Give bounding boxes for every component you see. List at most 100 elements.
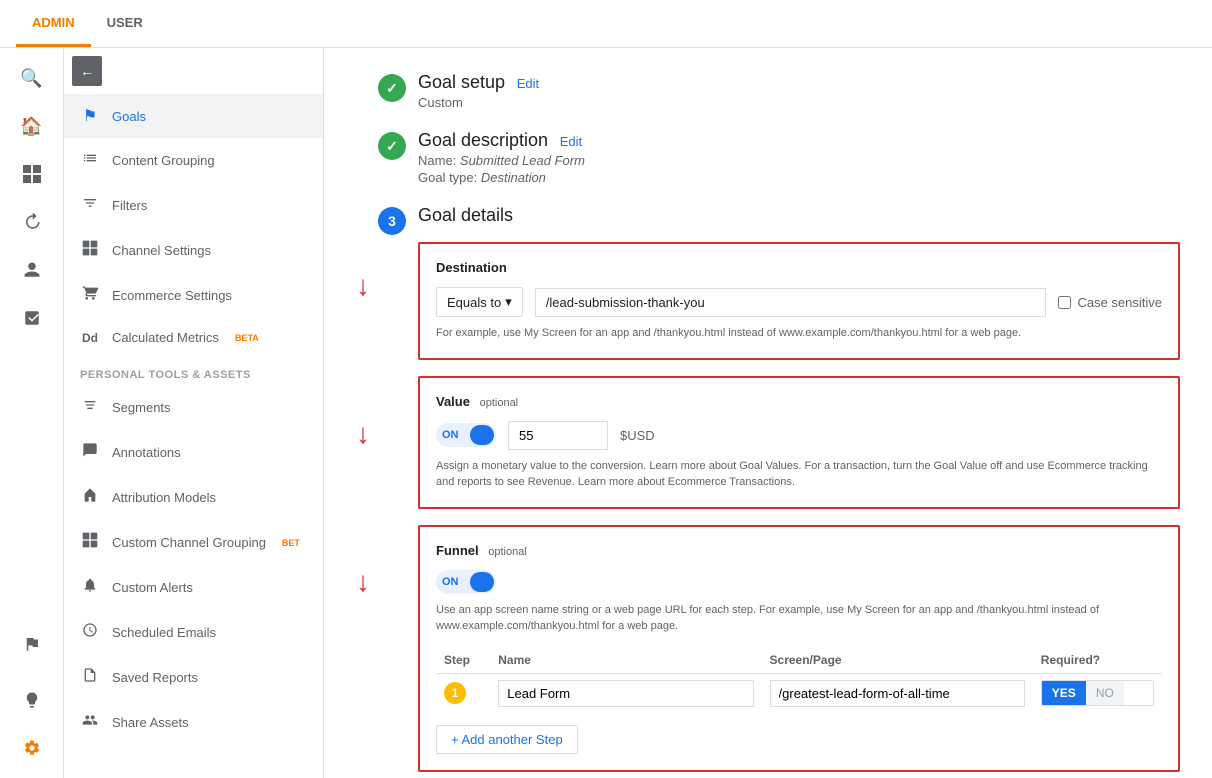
- sidebar-item-attribution-models[interactable]: Attribution Models: [64, 475, 323, 520]
- sidebar-label-scheduled-emails: Scheduled Emails: [112, 625, 216, 640]
- col-step: Step: [436, 647, 490, 674]
- funnel-title: Funnel optional: [436, 543, 1162, 558]
- sidebar-label-filters: Filters: [112, 198, 147, 213]
- content-grouping-icon: [80, 150, 100, 171]
- sidebar-label-goals: Goals: [112, 109, 146, 124]
- beta-badge: BETA: [235, 333, 259, 343]
- sidebar-label-saved-reports: Saved Reports: [112, 670, 198, 685]
- filters-icon: [80, 195, 100, 216]
- sidebar-item-saved-reports[interactable]: Saved Reports: [64, 655, 323, 700]
- custom-channel-icon: [80, 532, 100, 553]
- sidebar-item-calculated-metrics[interactable]: Dd Calculated Metrics BETA: [64, 318, 323, 357]
- col-required: Required?: [1033, 647, 1162, 674]
- funnel-name-input[interactable]: [498, 680, 753, 707]
- ecommerce-icon: [80, 285, 100, 306]
- sidebar-label-custom-alerts: Custom Alerts: [112, 580, 193, 595]
- lightbulb-icon-btn[interactable]: [10, 678, 54, 722]
- name-value: Submitted Lead Form: [460, 153, 585, 168]
- sidebar-item-ecommerce[interactable]: Ecommerce Settings: [64, 273, 323, 318]
- sidebar-label-custom-channel: Custom Channel Grouping: [112, 535, 266, 550]
- value-optional: optional: [480, 397, 519, 409]
- sidebar-item-share-assets[interactable]: Share Assets: [64, 700, 323, 745]
- custom-alerts-icon: [80, 577, 100, 598]
- tab-user[interactable]: USER: [91, 1, 159, 47]
- sidebar-label-channel-settings: Channel Settings: [112, 243, 211, 258]
- toggle-on-label: ON: [438, 429, 463, 441]
- value-toggle[interactable]: ON: [436, 423, 496, 447]
- destination-input[interactable]: [535, 288, 1047, 317]
- sidebar-item-content-grouping[interactable]: Content Grouping: [64, 138, 323, 183]
- funnel-toggle-row: ON: [436, 570, 1162, 594]
- funnel-step-circle: 1: [444, 682, 466, 704]
- sidebar-item-custom-channel-grouping[interactable]: Custom Channel Grouping BET: [64, 520, 323, 565]
- goals-flag-icon: ⚑: [80, 106, 100, 126]
- settings-icon-btn[interactable]: [10, 726, 54, 770]
- step2-row: ✓ Goal description Edit Name: Submitted …: [378, 130, 1180, 185]
- add-step-button[interactable]: + Add another Step: [436, 725, 578, 754]
- destination-row: Equals to ▾ Case sensitive: [436, 287, 1162, 317]
- funnel-box: Funnel optional ON Use an app screen nam…: [418, 525, 1180, 772]
- user-icon-btn[interactable]: [10, 248, 54, 292]
- sidebar-label-content-grouping: Content Grouping: [112, 153, 215, 168]
- required-toggle[interactable]: YES NO: [1041, 680, 1154, 706]
- step2-edit-link[interactable]: Edit: [560, 134, 582, 149]
- saved-reports-icon: [80, 667, 100, 688]
- sidebar-item-segments[interactable]: Segments: [64, 385, 323, 430]
- funnel-optional: optional: [488, 546, 527, 558]
- value-amount-input[interactable]: [508, 421, 608, 450]
- sidebar-item-custom-alerts[interactable]: Custom Alerts: [64, 565, 323, 610]
- step2-check: ✓: [378, 132, 406, 160]
- step1-row: ✓ Goal setup Edit Custom: [378, 72, 1180, 110]
- sidebar-label-calculated-metrics: Calculated Metrics: [112, 330, 219, 345]
- funnel-toggle[interactable]: ON: [436, 570, 496, 594]
- step3-content: Goal details Destination Equals to ▾: [418, 205, 1180, 778]
- sidebar-item-scheduled-emails[interactable]: Scheduled Emails: [64, 610, 323, 655]
- case-sensitive-check[interactable]: Case sensitive: [1058, 295, 1162, 310]
- sidebar-item-annotations[interactable]: Annotations: [64, 430, 323, 475]
- sidebar-label-share-assets: Share Assets: [112, 715, 189, 730]
- share-assets-icon: [80, 712, 100, 733]
- funnel-page-cell: [762, 673, 1033, 713]
- funnel-table: Step Name Screen/Page Required?: [436, 647, 1162, 713]
- bet-badge: BET: [282, 538, 300, 548]
- case-sensitive-checkbox[interactable]: [1058, 296, 1071, 309]
- calculated-metrics-icon: Dd: [80, 331, 100, 345]
- sidebar: ← ⚑ Goals Content Grouping Filters Chann…: [64, 48, 324, 778]
- match-type-arrow: ▾: [505, 294, 512, 310]
- no-button: NO: [1086, 681, 1124, 705]
- step1-check: ✓: [378, 74, 406, 102]
- match-type-select[interactable]: Equals to ▾: [436, 287, 523, 317]
- tab-admin[interactable]: ADMIN: [16, 1, 91, 47]
- step3-title: Goal details: [418, 205, 1172, 226]
- arrow-1: ↓: [356, 272, 370, 300]
- search-icon-btn[interactable]: 🔍: [10, 56, 54, 100]
- type-label: Goal type:: [418, 170, 481, 185]
- history-icon-btn[interactable]: [10, 200, 54, 244]
- funnel-page-input[interactable]: [770, 680, 1025, 707]
- value-title: Value optional: [436, 394, 1162, 409]
- home-icon-btn[interactable]: 🏠: [10, 104, 54, 148]
- arrow-3: ↓: [356, 568, 370, 596]
- sidebar-item-filters[interactable]: Filters: [64, 183, 323, 228]
- step2-title: Goal description: [418, 130, 548, 150]
- step2-type: Goal type: Destination: [418, 170, 1180, 185]
- sidebar-label-segments: Segments: [112, 400, 171, 415]
- funnel-name-cell: [490, 673, 761, 713]
- step3-number: 3: [378, 207, 406, 235]
- sidebar-label-annotations: Annotations: [112, 445, 181, 460]
- funnel-row-1: 1: [436, 673, 1162, 713]
- funnel-hint: Use an app screen name string or a web p…: [436, 602, 1162, 635]
- flag-icon-btn[interactable]: [10, 622, 54, 666]
- dashboard-icon-btn[interactable]: [10, 152, 54, 196]
- goals-icon-btn[interactable]: [10, 296, 54, 340]
- sidebar-item-goals[interactable]: ⚑ Goals: [64, 94, 323, 138]
- segments-icon: [80, 397, 100, 418]
- value-box: Value optional ON $USD: [418, 376, 1180, 509]
- step1-edit-link[interactable]: Edit: [517, 76, 539, 91]
- step2-content: Goal description Edit Name: Submitted Le…: [418, 130, 1180, 185]
- funnel-toggle-thumb: [470, 572, 494, 592]
- personal-tools-section: PERSONAL TOOLS & ASSETS: [64, 357, 323, 385]
- main-content: ↓ ↓ ↓ ✓ Goal setup Edit Custom ✓: [324, 48, 1212, 778]
- sidebar-item-channel-settings[interactable]: Channel Settings: [64, 228, 323, 273]
- sidebar-back-button[interactable]: ←: [72, 56, 102, 86]
